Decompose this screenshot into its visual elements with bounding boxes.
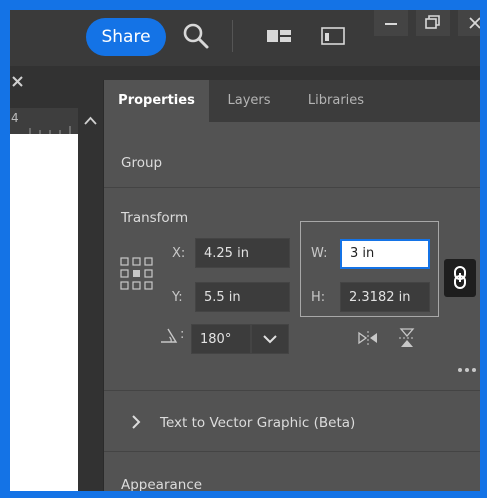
rotation-angle-field[interactable]: 180° (191, 324, 251, 354)
transform-title: Transform (121, 210, 189, 226)
horizontal-ruler (10, 108, 78, 134)
ruler-ticks (29, 126, 71, 134)
section-divider (104, 390, 480, 391)
search-icon[interactable] (180, 20, 212, 52)
flip-vertical-icon[interactable] (396, 326, 418, 350)
properties-panel: Properties Layers Libraries Group Transf… (103, 80, 480, 491)
close-window-button[interactable] (458, 10, 480, 36)
text-to-vector-section[interactable]: Text to Vector Graphic (Beta) (160, 415, 355, 431)
width-field[interactable]: 3 in (340, 239, 430, 269)
group-label: Group (121, 155, 163, 171)
y-label: Y: (172, 290, 183, 305)
more-options-icon[interactable] (456, 366, 480, 374)
tab-properties[interactable]: Properties (104, 80, 209, 122)
section-divider (104, 451, 480, 452)
restore-button[interactable] (416, 10, 450, 36)
tab-layers[interactable]: Layers (209, 80, 289, 122)
rotate-angle-icon (161, 328, 178, 343)
title-bar: Share (10, 10, 480, 66)
share-button[interactable]: Share (86, 18, 166, 56)
x-position-field[interactable]: 4.25 in (195, 238, 290, 268)
close-document-tab-icon[interactable] (12, 76, 24, 88)
y-position-field[interactable]: 5.5 in (195, 282, 290, 312)
chevron-up-icon (84, 116, 97, 125)
minimize-button[interactable] (374, 10, 408, 36)
section-divider (104, 187, 480, 188)
panel-tabs: Properties Layers Libraries (104, 80, 480, 122)
arrange-documents-icon[interactable] (264, 20, 294, 52)
rotation-dropdown-button[interactable] (251, 324, 289, 354)
app-window: Share 4 Properties Layers Libraries Grou… (10, 10, 480, 491)
minimize-icon (385, 23, 397, 25)
reference-point-icon[interactable] (120, 257, 154, 291)
angle-label: : (180, 327, 185, 342)
appearance-title: Appearance (121, 477, 203, 491)
h-label: H: (311, 290, 326, 305)
chevron-right-icon[interactable] (130, 414, 142, 430)
x-label: X: (172, 246, 186, 261)
w-label: W: (311, 246, 328, 261)
panel-layout-icon[interactable] (318, 20, 348, 52)
height-field[interactable]: 2.3182 in (340, 282, 430, 312)
chevron-down-icon (263, 335, 277, 344)
constrain-proportions-button[interactable] (444, 259, 476, 297)
flip-horizontal-icon[interactable] (356, 328, 380, 348)
restore-icon (425, 15, 440, 29)
close-icon (469, 17, 480, 29)
ruler-number: 4 (11, 111, 19, 125)
artboard-canvas[interactable] (10, 134, 78, 491)
toolbar-separator (232, 20, 233, 52)
scroll-up-button[interactable] (78, 108, 103, 134)
link-icon (454, 266, 466, 289)
tab-libraries[interactable]: Libraries (290, 80, 382, 122)
